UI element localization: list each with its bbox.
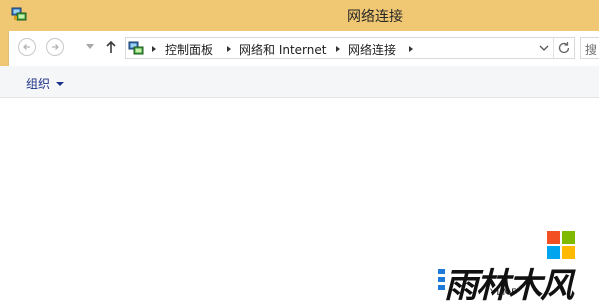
navigation-bar-inner: 控制面板 网络和 Internet 网络连接 搜 bbox=[8, 31, 599, 66]
breadcrumb-network-connections[interactable]: 网络连接 bbox=[348, 41, 396, 58]
windows-logo-icon bbox=[547, 231, 575, 259]
address-divider bbox=[553, 38, 554, 58]
watermark-text: 雨林木风 bbox=[444, 266, 574, 306]
organize-button[interactable]: 组织 bbox=[22, 73, 68, 91]
navigation-bar: 控制面板 网络和 Internet 网络连接 搜 bbox=[0, 31, 599, 66]
address-bar[interactable]: 控制面板 网络和 Internet 网络连接 bbox=[125, 37, 575, 59]
forward-arrow-icon bbox=[52, 44, 59, 50]
address-dropdown-chevron-down-icon[interactable] bbox=[538, 42, 550, 54]
organize-label: 组织 bbox=[26, 77, 51, 91]
search-placeholder: 搜 bbox=[585, 43, 598, 57]
organize-chevron-down-icon bbox=[56, 82, 65, 86]
window-title: 网络连接 bbox=[347, 9, 403, 25]
control-panel-icon bbox=[128, 41, 144, 55]
title-bar: 网络连接 bbox=[0, 0, 599, 31]
breadcrumb-network-internet[interactable]: 网络和 Internet bbox=[239, 41, 326, 58]
refresh-icon[interactable] bbox=[557, 41, 571, 55]
breadcrumb-control-panel[interactable]: 控制面板 bbox=[165, 41, 213, 58]
watermark: 雨林木风 YLMF bbox=[438, 262, 599, 306]
logo-square-green bbox=[562, 231, 575, 244]
back-button[interactable] bbox=[18, 38, 36, 56]
breadcrumb-separator[interactable] bbox=[409, 46, 413, 52]
search-input[interactable]: 搜 bbox=[580, 37, 599, 59]
up-arrow-icon[interactable] bbox=[104, 39, 118, 55]
network-connections-icon[interactable] bbox=[11, 6, 27, 22]
recent-locations-chevron-down-icon[interactable] bbox=[86, 44, 94, 50]
breadcrumb-separator[interactable] bbox=[336, 46, 340, 52]
logo-square-red bbox=[547, 231, 560, 244]
forward-button[interactable] bbox=[46, 38, 64, 56]
watermark-subtext: YLMF bbox=[490, 288, 518, 298]
back-arrow-icon bbox=[23, 44, 30, 50]
breadcrumb-separator[interactable] bbox=[227, 46, 231, 52]
command-toolbar: 组织 bbox=[0, 66, 599, 98]
breadcrumb-separator[interactable] bbox=[152, 46, 156, 52]
